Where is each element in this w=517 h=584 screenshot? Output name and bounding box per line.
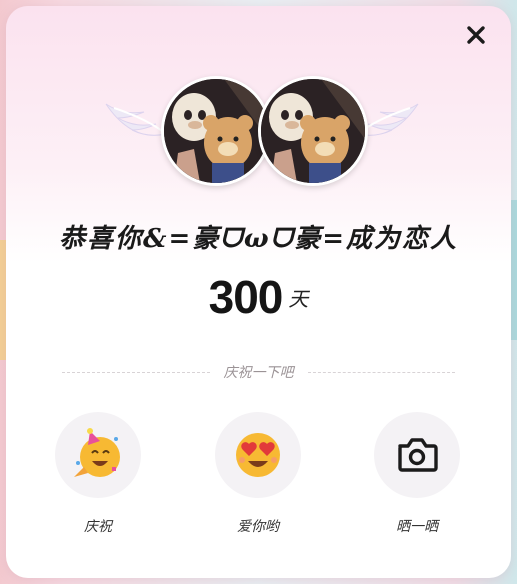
divider-text: 庆祝一下吧: [223, 365, 294, 381]
congrats-headline: 恭喜你&=豪ᗜωᗜ豪=成为恋人: [59, 224, 458, 254]
close-button[interactable]: [461, 20, 491, 50]
celebrate-divider: 庆祝一下吧: [62, 360, 455, 384]
days-counter: 300 天: [6, 270, 511, 324]
divider-line-left: [62, 371, 210, 373]
party-emoji-icon: [74, 428, 120, 477]
days-count: 300: [208, 271, 284, 323]
avatar-user-1: [161, 76, 271, 186]
days-unit: 天: [288, 286, 309, 311]
love-you-label: 爱你哟: [237, 519, 279, 535]
celebrate-label: 庆祝: [84, 519, 112, 535]
close-icon: [467, 26, 485, 44]
camera-icon: [398, 438, 438, 472]
avatar-user-2: [258, 76, 368, 186]
anniversary-dialog: 恭喜你&=豪ᗜωᗜ豪=成为恋人 300 天 庆祝一下吧 庆祝 爱你哟 晒一晒: [6, 6, 511, 578]
divider-line-right: [307, 371, 455, 373]
share-label: 晒一晒: [396, 519, 438, 535]
love-you-button[interactable]: 爱你哟: [203, 412, 313, 536]
left-wing-icon: [105, 103, 167, 136]
share-button[interactable]: 晒一晒: [362, 412, 472, 536]
heart-eyes-emoji-icon: [236, 433, 280, 477]
celebrate-button[interactable]: 庆祝: [43, 412, 153, 536]
